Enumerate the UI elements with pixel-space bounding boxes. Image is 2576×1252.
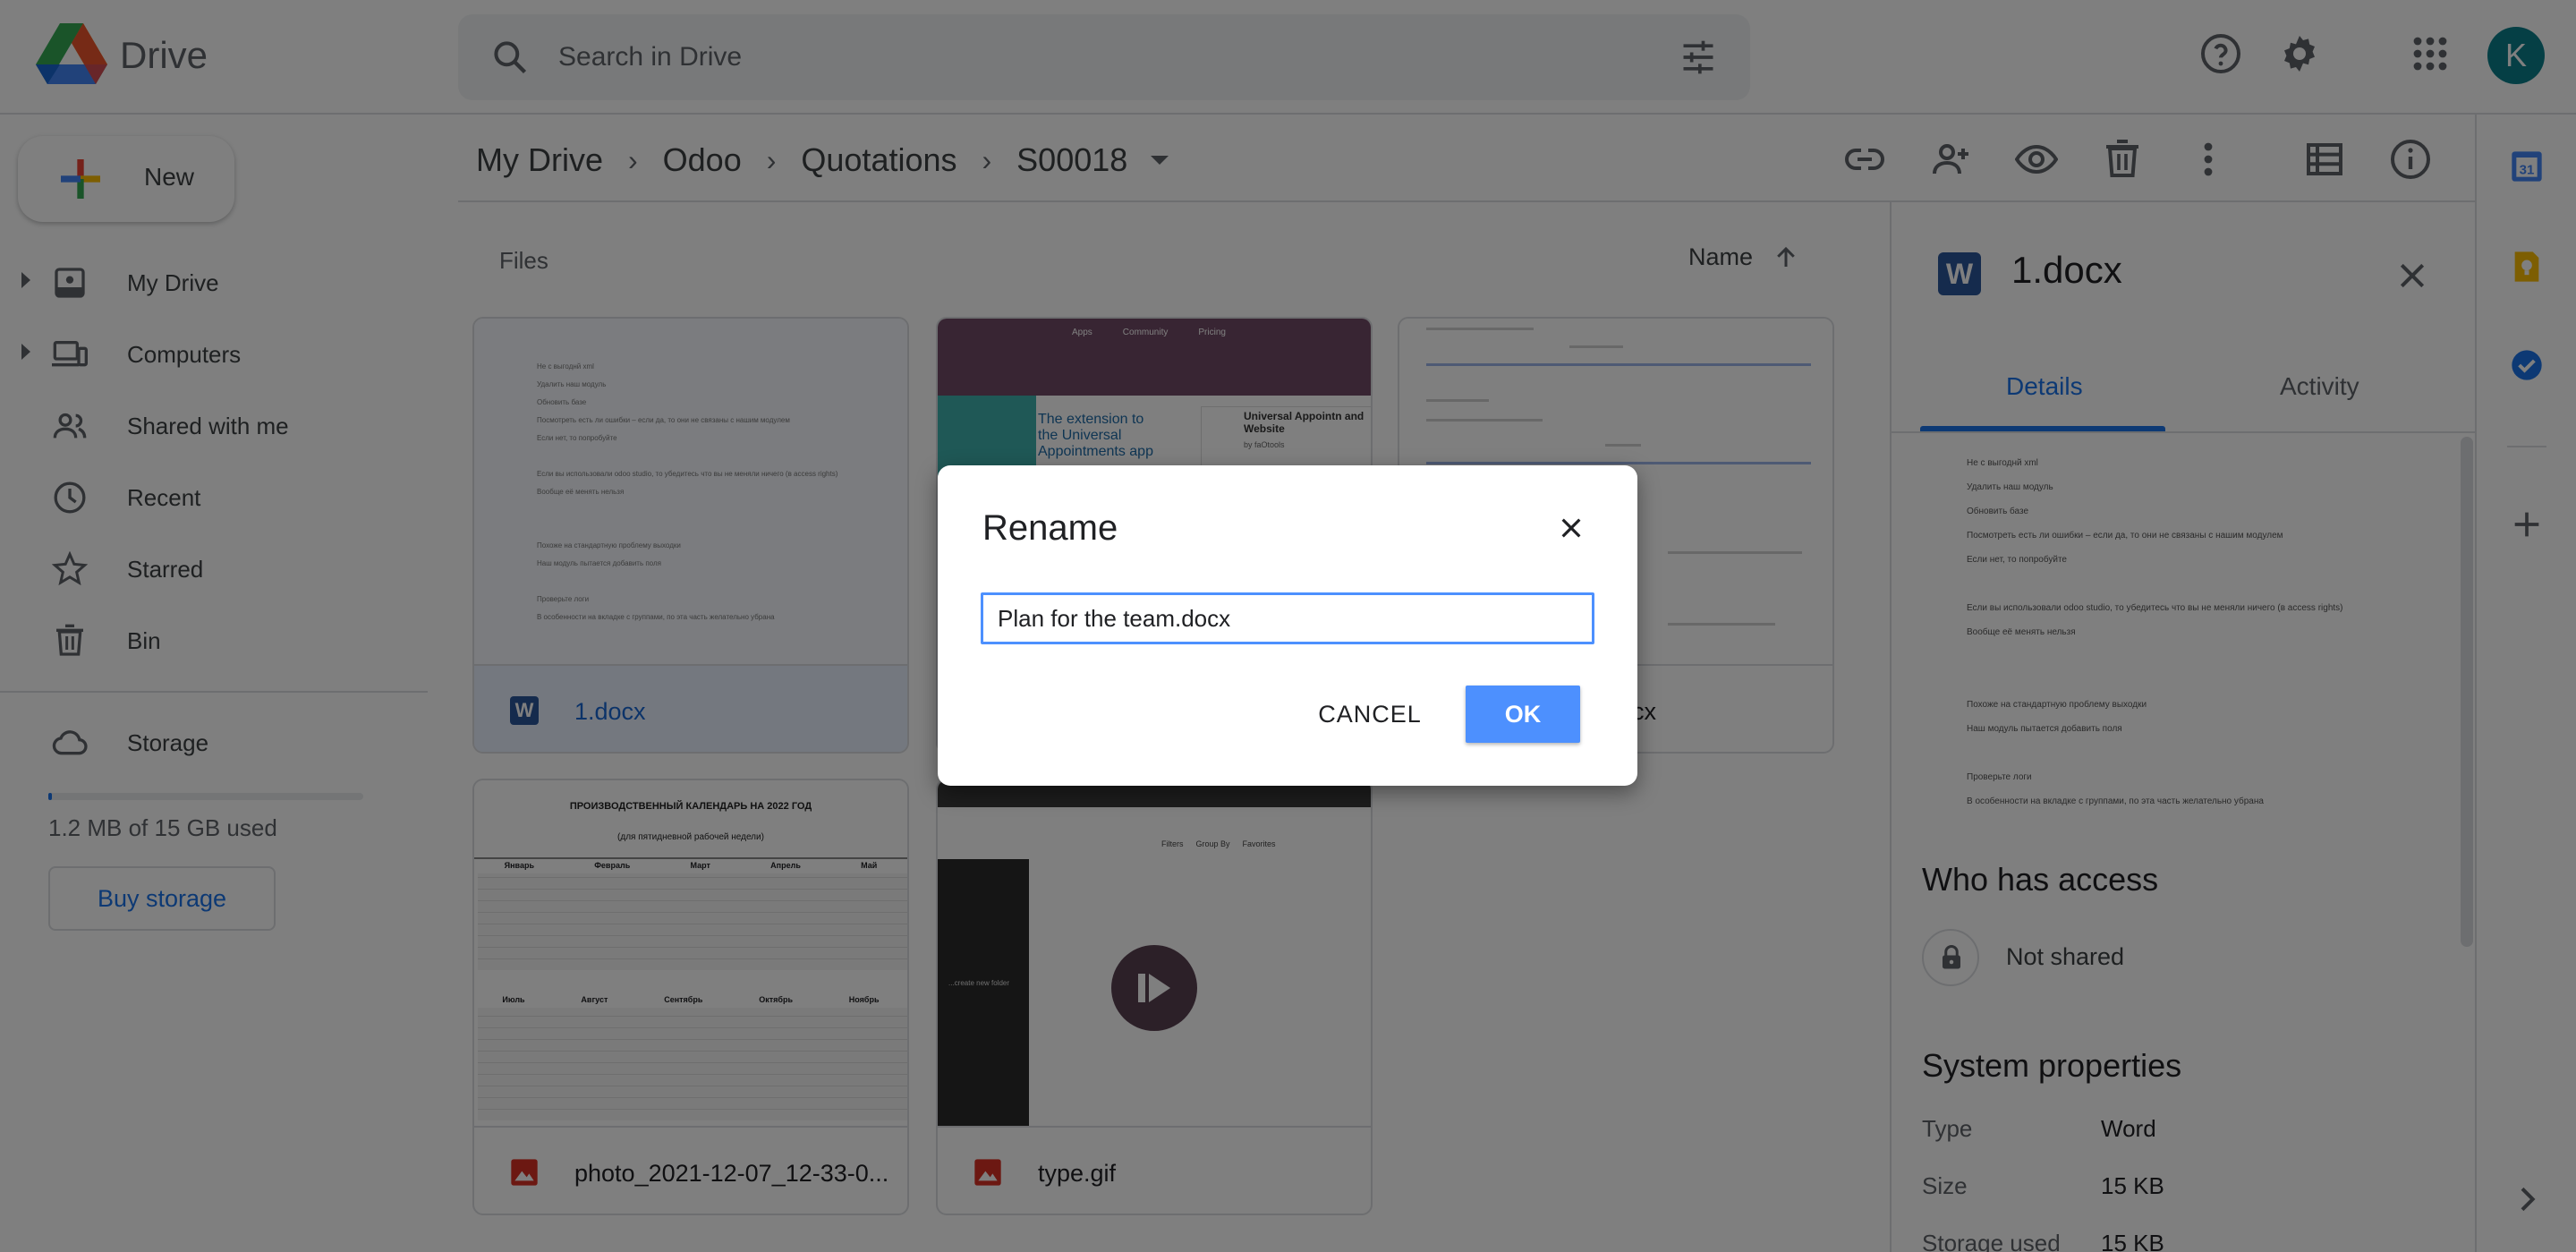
ok-button[interactable]: OK <box>1466 686 1580 743</box>
close-icon[interactable] <box>1557 514 1586 542</box>
dialog-title: Rename <box>982 508 1118 548</box>
rename-input[interactable] <box>981 592 1594 644</box>
cancel-button[interactable]: CANCEL <box>1294 686 1446 743</box>
rename-dialog: Rename CANCEL OK <box>938 465 1637 786</box>
